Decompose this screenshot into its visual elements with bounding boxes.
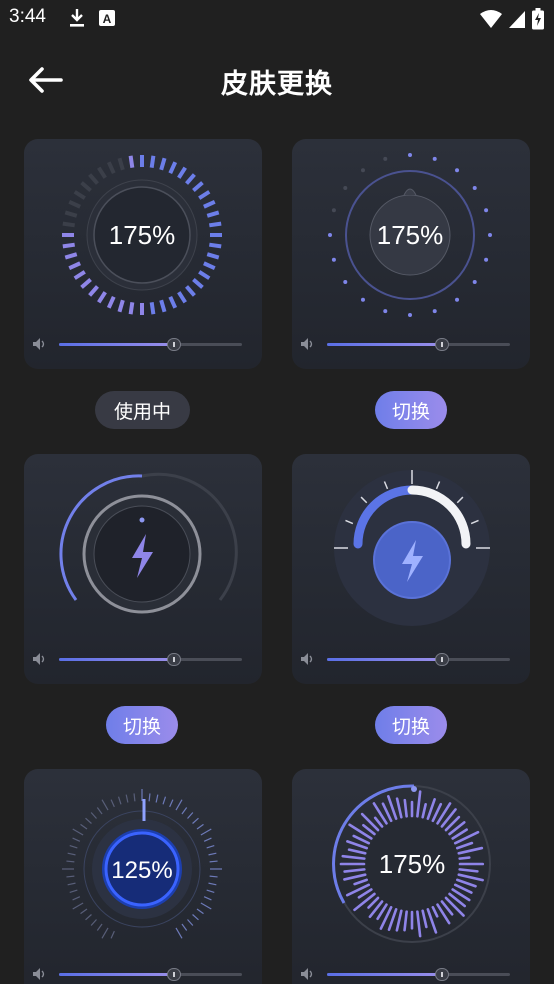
skin-preview-4 <box>334 470 490 626</box>
skin-2-switch-button[interactable]: 切换 <box>375 391 447 429</box>
skin-preview-1: 175% <box>62 155 222 315</box>
app-bar: 皮肤更换 <box>0 38 554 122</box>
skin-6-value: 175% <box>379 849 446 879</box>
volume-slider[interactable] <box>300 967 510 981</box>
skin-5-value: 125% <box>111 857 172 884</box>
skin-2-value: 175% <box>377 220 444 250</box>
battery-icon <box>532 8 544 34</box>
skin-4-switch-button[interactable]: 切换 <box>375 706 447 744</box>
volume-slider[interactable] <box>300 652 510 666</box>
skin-3-switch-button[interactable]: 切换 <box>106 706 178 744</box>
speaker-icon <box>33 653 45 665</box>
skin-preview-2: 175% <box>328 153 492 317</box>
signal-icon <box>508 9 526 33</box>
volume-slider[interactable] <box>32 967 242 981</box>
volume-slider[interactable] <box>32 337 242 351</box>
speaker-icon <box>301 338 313 350</box>
skin-preview-5: 125% <box>62 789 222 939</box>
skin-card-6[interactable]: 175% <box>292 769 530 984</box>
speaker-icon <box>33 968 45 980</box>
skin-card-2[interactable]: 175% <box>292 139 530 369</box>
volume-slider[interactable] <box>32 652 242 666</box>
skin-preview-6: 175% <box>332 784 491 943</box>
skin-1-status-button[interactable]: 使用中 <box>95 391 190 429</box>
skin-1-value: 175% <box>109 220 176 250</box>
a-box-icon: A <box>98 8 116 32</box>
skin-card-4[interactable] <box>292 454 530 684</box>
skin-card-5[interactable]: 125% <box>24 769 262 984</box>
status-time: 3:44 <box>9 6 46 27</box>
skin-preview-3 <box>59 472 238 614</box>
skin-card-1[interactable]: 175% <box>24 139 262 369</box>
speaker-icon <box>33 338 45 350</box>
speaker-icon <box>301 968 313 980</box>
skin-card-3[interactable] <box>24 454 262 684</box>
status-bar: 3:44 A <box>0 0 554 38</box>
wifi-icon <box>480 9 502 33</box>
page-title: 皮肤更换 <box>221 69 333 100</box>
download-icon <box>68 8 86 32</box>
volume-slider[interactable] <box>300 337 510 351</box>
speaker-icon <box>301 653 313 665</box>
svg-text:A: A <box>103 12 112 26</box>
